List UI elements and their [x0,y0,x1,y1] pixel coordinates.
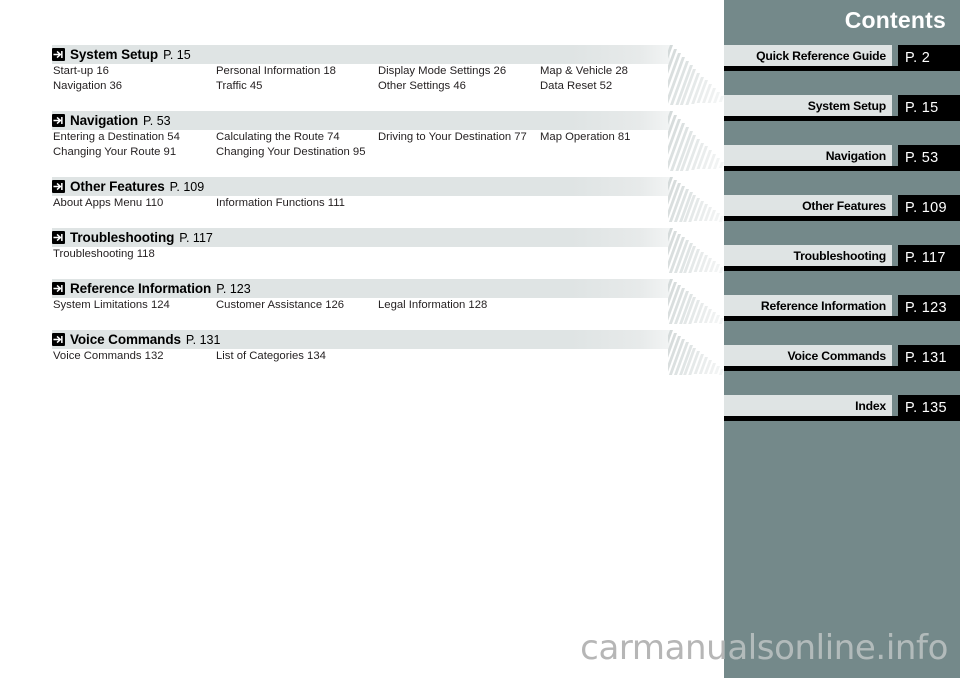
tab-underline [724,266,898,271]
contents-entry-link[interactable]: Customer Assistance 126 [216,298,344,313]
sidebar-tab-label: Quick Reference Guide [724,45,892,66]
section-header[interactable]: Reference Information P. 123 [52,279,251,298]
section-entry-list: Entering a Destination 54 Calculating the… [0,130,724,160]
sidebar-tab-page-ref: P. 135 [898,395,960,421]
sidebar-tab[interactable]: Navigation P. 53 [724,145,960,175]
section-entry-list: Voice Commands 132 List of Categories 134 [0,349,724,364]
sidebar-tab-page-ref: P. 131 [898,345,960,371]
entry-row: Entering a Destination 54 Calculating the… [0,130,724,145]
section-page-ref: P. 109 [169,179,205,194]
section-entry-list: System Limitations 124 Customer Assistanc… [0,298,724,313]
section-header[interactable]: Voice Commands P. 131 [52,330,220,349]
sidebar-tab[interactable]: Other Features P. 109 [724,195,960,225]
jump-arrow-icon [52,114,65,127]
section-header[interactable]: Troubleshooting P. 117 [52,228,213,247]
tab-underline [724,216,898,221]
entry-row: Navigation 36 Traffic 45 Other Settings 46… [0,79,724,94]
sidebar-tab-label: Navigation [724,145,892,166]
contents-entry-link[interactable]: Troubleshooting 118 [53,247,155,262]
tab-underline [724,166,898,171]
contents-entry-link[interactable]: Legal Information 128 [378,298,487,313]
contents-entry-link[interactable]: Personal Information 18 [216,64,336,79]
sidebar-tab[interactable]: Troubleshooting P. 117 [724,245,960,275]
section-page-ref: P. 15 [163,47,191,62]
entry-row: About Apps Menu 110 Information Functions… [0,196,724,211]
section-page-ref: P. 117 [179,230,213,245]
section-entry-list: Troubleshooting 118 [0,247,724,262]
contents-entry-link[interactable]: Entering a Destination 54 [53,130,180,145]
section-header[interactable]: System Setup P. 15 [52,45,191,64]
page-title: Contents [844,7,946,33]
tab-underline [724,416,898,421]
sidebar-tab-label: Reference Information [724,295,892,316]
sidebar-tab[interactable]: Reference Information P. 123 [724,295,960,325]
contents-entry-link[interactable]: System Limitations 124 [53,298,170,313]
sidebar-tab-label: Troubleshooting [724,245,892,266]
sidebar-tab-label: Index [724,395,892,416]
entry-row: Start-up 16 Personal Information 18 Displa… [0,64,724,79]
section-page-ref: P. 53 [143,113,171,128]
sidebar-tab[interactable]: Voice Commands P. 131 [724,345,960,375]
contents-entry-link[interactable]: Map Operation 81 [540,130,630,145]
sidebar-tab-label: System Setup [724,95,892,116]
contents-entry-link[interactable]: Display Mode Settings 26 [378,64,506,79]
section-page-ref: P. 123 [216,281,251,296]
jump-arrow-icon [52,180,65,193]
table-of-contents-area: System Setup P. 15 Start-up 16 Personal Inf… [0,0,724,678]
contents-entry-link[interactable]: Navigation 36 [53,79,122,94]
entry-row: Changing Your Route 91 Changing Your Dest… [0,145,724,160]
contents-entry-link[interactable]: Other Settings 46 [378,79,466,94]
sidebar-tab[interactable]: Index P. 135 [724,395,960,425]
section-header[interactable]: Navigation P. 53 [52,111,171,130]
jump-arrow-icon [52,231,65,244]
sidebar-tab-page-ref: P. 15 [898,95,960,121]
tab-underline [724,116,898,121]
section-title: System Setup [70,47,159,62]
contents-entry-link[interactable]: List of Categories 134 [216,349,326,364]
contents-sidebar: Contents Quick Reference Guide P. 2 System… [724,0,960,678]
section-title: Other Features [70,179,165,194]
sidebar-tab-page-ref: P. 123 [898,295,960,321]
sidebar-tab-page-ref: P. 117 [898,245,960,271]
tab-underline [724,66,898,71]
entry-row: System Limitations 124 Customer Assistanc… [0,298,724,313]
contents-entry-link[interactable]: Changing Your Route 91 [53,145,176,160]
contents-entry-link[interactable]: Traffic 45 [216,79,262,94]
sidebar-tab-page-ref: P. 109 [898,195,960,221]
sidebar-tab[interactable]: Quick Reference Guide P. 2 [724,45,960,75]
contents-entry-link[interactable]: Voice Commands 132 [53,349,164,364]
contents-entry-link[interactable]: Data Reset 52 [540,79,612,94]
section-entry-list: Start-up 16 Personal Information 18 Displa… [0,64,724,94]
section-title: Troubleshooting [70,230,175,245]
section-entry-list: About Apps Menu 110 Information Functions… [0,196,724,211]
sidebar-tab-page-ref: P. 2 [898,45,960,71]
contents-entry-link[interactable]: Information Functions 111 [216,196,345,211]
contents-entry-link[interactable]: Driving to Your Destination 77 [378,130,527,145]
sidebar-tab[interactable]: System Setup P. 15 [724,95,960,125]
contents-entry-link[interactable]: Changing Your Destination 95 [216,145,366,160]
section-header[interactable]: Other Features P. 109 [52,177,204,196]
section-title: Navigation [70,113,139,128]
entry-row: Voice Commands 132 List of Categories 134 [0,349,724,364]
jump-arrow-icon [52,333,65,346]
contents-entry-link[interactable]: Calculating the Route 74 [216,130,340,145]
sidebar-tab-label: Voice Commands [724,345,892,366]
tab-underline [724,316,898,321]
section-page-ref: P. 131 [185,332,221,347]
jump-arrow-icon [52,282,65,295]
tab-underline [724,366,898,371]
entry-row: Troubleshooting 118 [0,247,724,262]
contents-entry-link[interactable]: About Apps Menu 110 [53,196,163,211]
sidebar-tab-label: Other Features [724,195,892,216]
section-title: Reference Information [70,281,212,296]
contents-entry-link[interactable]: Start-up 16 [53,64,109,79]
jump-arrow-icon [52,48,65,61]
contents-entry-link[interactable]: Map & Vehicle 28 [540,64,628,79]
section-title: Voice Commands [70,332,181,347]
sidebar-tab-page-ref: P. 53 [898,145,960,171]
